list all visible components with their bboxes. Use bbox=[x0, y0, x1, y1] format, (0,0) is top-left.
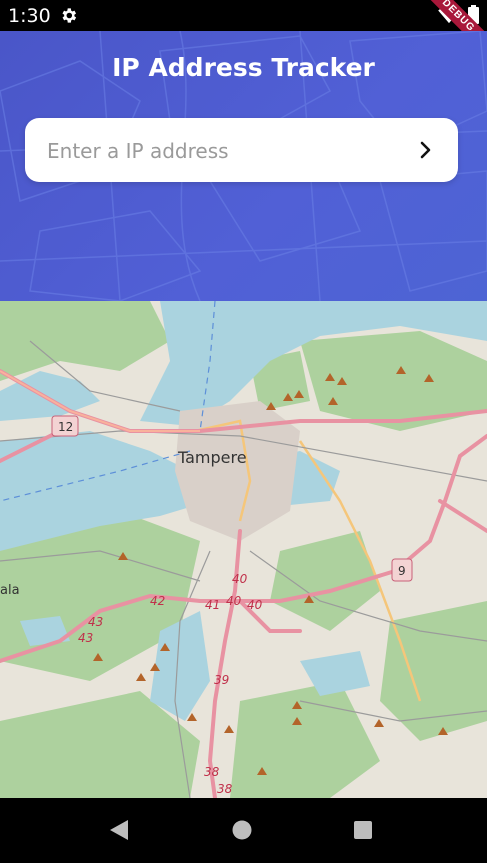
status-time: 1:30 bbox=[8, 5, 51, 27]
chevron-right-icon bbox=[420, 141, 431, 159]
page-title: IP Address Tracker bbox=[112, 53, 375, 82]
home-icon[interactable] bbox=[231, 818, 253, 842]
route-label: 40 bbox=[226, 594, 242, 608]
route-label: 41 bbox=[205, 598, 220, 612]
route-label: 40 bbox=[247, 598, 263, 612]
route-shield: 12 bbox=[51, 415, 79, 437]
route-label: 40 bbox=[232, 572, 248, 586]
map-label-left-edge: ala bbox=[0, 583, 20, 598]
route-label: 38 bbox=[204, 765, 220, 779]
header: IP Address Tracker bbox=[0, 31, 487, 301]
map-label-city: Tampere bbox=[177, 448, 247, 467]
route-shield: 9 bbox=[391, 558, 413, 582]
status-bar: 1:30 DEBUG bbox=[0, 0, 487, 61]
route-label: 42 bbox=[150, 594, 165, 608]
route-label: 43 bbox=[78, 631, 93, 645]
recents-icon[interactable] bbox=[352, 818, 374, 842]
ip-address-input[interactable] bbox=[45, 118, 389, 184]
map-view[interactable]: Tampere ala 12 9 42 43 43 41 40 40 40 39… bbox=[0, 301, 487, 798]
navigation-bar bbox=[0, 798, 487, 863]
route-label: 43 bbox=[88, 615, 103, 629]
route-label: 38 bbox=[217, 782, 233, 796]
route-label: 12 bbox=[58, 420, 73, 434]
search-submit-button[interactable] bbox=[408, 132, 444, 168]
gear-icon bbox=[62, 8, 77, 23]
route-label: 9 bbox=[398, 564, 406, 578]
search-box bbox=[25, 118, 458, 184]
back-icon[interactable] bbox=[108, 818, 130, 842]
map-canvas: Tampere ala 12 9 42 43 43 41 40 40 40 39… bbox=[0, 301, 487, 798]
route-label: 39 bbox=[214, 673, 229, 687]
